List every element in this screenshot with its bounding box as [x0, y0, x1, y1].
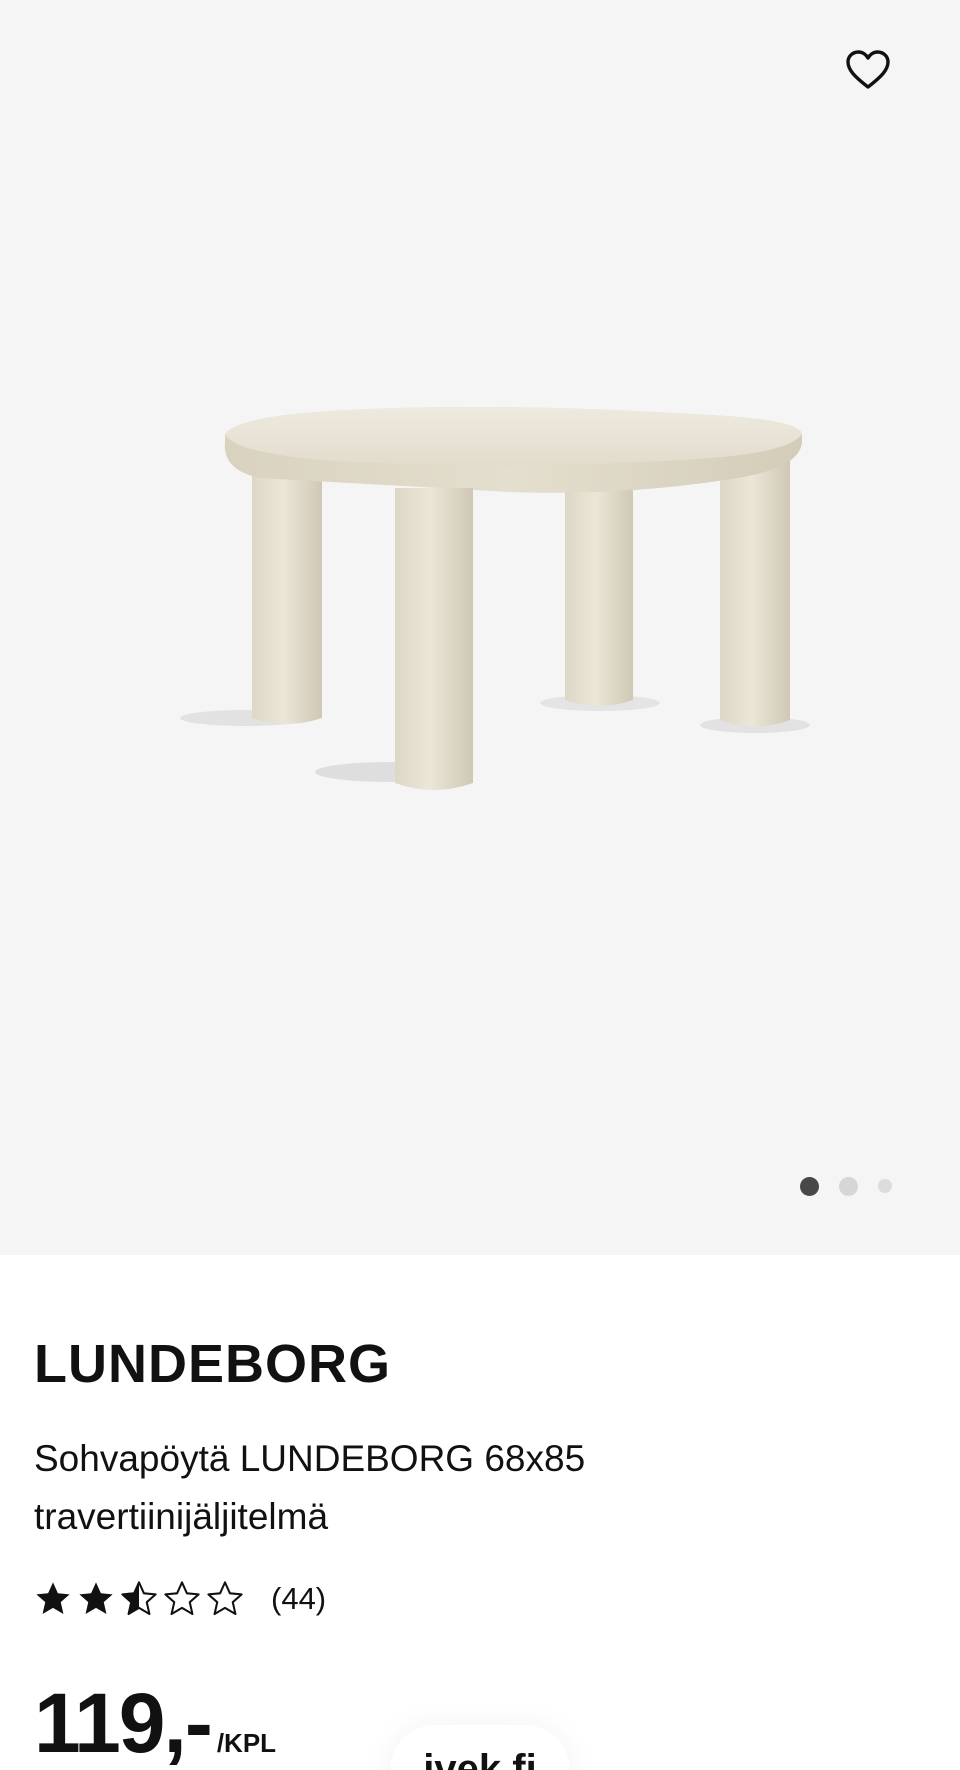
star-filled-icon: [79, 1582, 113, 1615]
site-badge-label: ivek.fi: [423, 1747, 537, 1770]
product-price: 119,- /KPL: [34, 1675, 276, 1770]
product-image[interactable]: [150, 400, 810, 810]
product-rating[interactable]: (44): [34, 1577, 326, 1621]
price-unit: /KPL: [216, 1728, 277, 1758]
product-page: LUNDEBORG Sohvapöytä LUNDEBORG 68x85 tra…: [0, 0, 960, 1770]
star-filled-icon: [36, 1582, 70, 1615]
carousel-dot-3[interactable]: [878, 1179, 892, 1193]
product-info: LUNDEBORG Sohvapöytä LUNDEBORG 68x85 tra…: [0, 1255, 960, 1770]
carousel-dots: [800, 1175, 912, 1197]
description-line-1: Sohvapöytä LUNDEBORG 68x85: [34, 1438, 586, 1479]
table-leg-front: [395, 488, 473, 790]
carousel-dot-2[interactable]: [839, 1176, 858, 1196]
price-amount: 119,-: [34, 1676, 213, 1770]
rating-stars: [34, 1580, 249, 1618]
product-name: LUNDEBORG: [34, 1334, 391, 1394]
site-badge[interactable]: ivek.fi: [390, 1725, 570, 1770]
description-line-2: travertiinijäljitelmä: [34, 1496, 329, 1537]
star-empty-icon: [207, 1581, 243, 1616]
heart-icon: [846, 50, 890, 89]
favorite-button[interactable]: [840, 42, 896, 98]
table-top: [224, 406, 802, 493]
product-gallery[interactable]: [0, 0, 960, 1255]
review-count[interactable]: (44): [271, 1581, 326, 1617]
carousel-dot-1[interactable]: [800, 1176, 819, 1196]
star-empty-icon: [164, 1581, 200, 1616]
star-half-icon: [121, 1581, 157, 1616]
product-description: Sohvapöytä LUNDEBORG 68x85 travertiinijä…: [34, 1430, 734, 1546]
